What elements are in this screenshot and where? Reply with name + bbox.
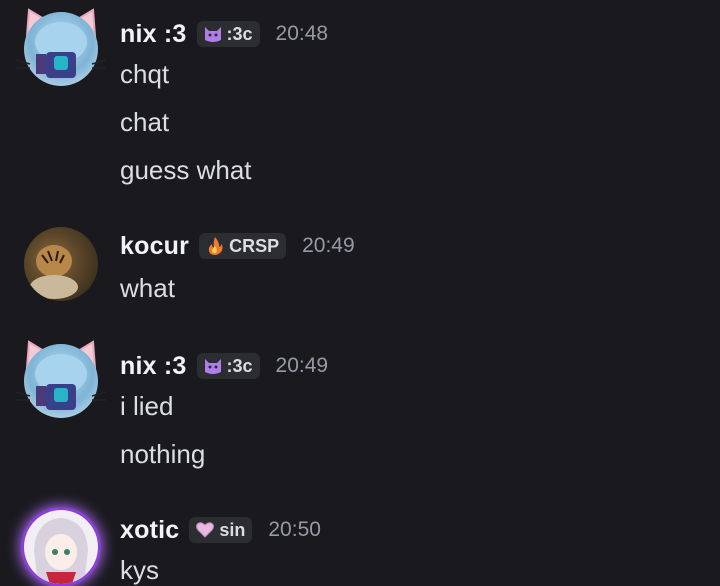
message-header: kocur CRSP 20:49 — [120, 229, 355, 263]
purple-cat-icon — [204, 27, 221, 42]
guild-tag[interactable]: :3c — [196, 21, 260, 47]
message-header: xotic sin 20:50 — [120, 513, 321, 547]
message-text: nothing — [120, 439, 206, 469]
timestamp[interactable]: 20:49 — [276, 354, 329, 378]
message-text: chat — [120, 107, 170, 137]
guild-tag-label: CRSP — [229, 235, 280, 256]
message-header: nix :3 :3c 20:49 — [120, 349, 328, 383]
timestamp[interactable]: 20:50 — [268, 518, 321, 542]
whiskers-icon — [16, 391, 106, 401]
avatar[interactable] — [16, 8, 106, 86]
guild-tag-label: sin — [219, 519, 246, 540]
purple-cat-icon — [204, 359, 221, 374]
guild-tag-label: :3c — [226, 23, 253, 44]
avatar[interactable] — [24, 227, 98, 301]
fire-icon — [208, 237, 223, 255]
guild-tag[interactable]: CRSP — [199, 233, 287, 259]
guild-tag[interactable]: :3c — [196, 353, 260, 379]
username[interactable]: nix :3 — [120, 20, 187, 49]
avatar[interactable] — [24, 510, 98, 584]
message-text: kys — [120, 555, 159, 585]
whiskers-icon — [16, 59, 106, 69]
heart-icon — [196, 522, 215, 538]
username[interactable]: xotic — [120, 516, 179, 545]
message-text: what — [120, 273, 175, 303]
timestamp[interactable]: 20:49 — [302, 234, 355, 258]
guild-tag[interactable]: sin — [189, 517, 253, 543]
message-text: guess what — [120, 155, 252, 185]
username[interactable]: kocur — [120, 232, 189, 261]
message-header: nix :3 :3c 20:48 — [120, 17, 328, 51]
guild-tag-label: :3c — [226, 355, 253, 376]
timestamp[interactable]: 20:48 — [276, 22, 329, 46]
message-text: chqt — [120, 59, 170, 89]
username[interactable]: nix :3 — [120, 352, 187, 381]
message-text: i lied — [120, 391, 174, 421]
avatar[interactable] — [16, 340, 106, 418]
